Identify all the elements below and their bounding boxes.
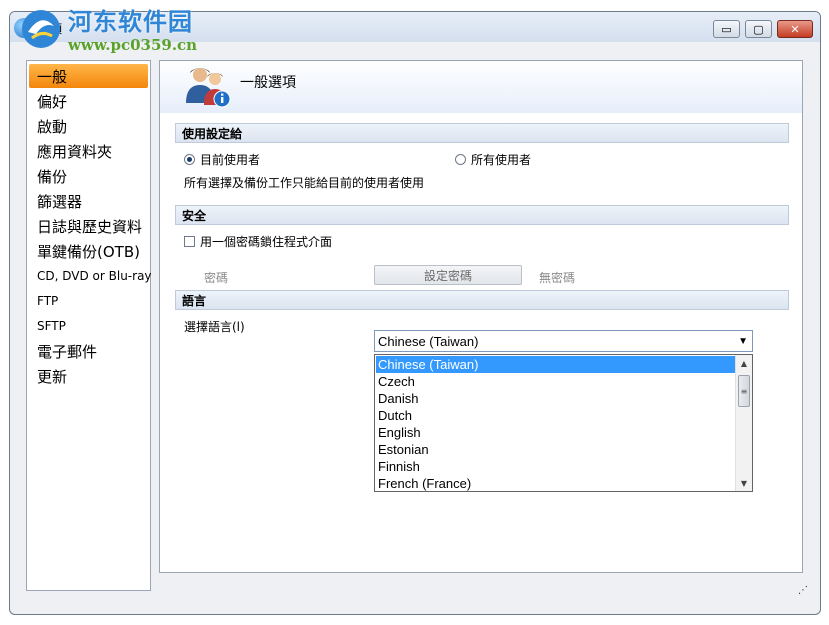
radio-current-user-label: 目前使用者: [200, 153, 261, 167]
sidebar-item-update[interactable]: 更新: [29, 364, 148, 388]
scroll-up-arrow-icon[interactable]: ▲: [736, 355, 752, 371]
resize-grip-icon[interactable]: ⋰: [798, 585, 808, 596]
options-sidebar: 一般 偏好 啟動 應用資料夾 備份 篩選器 日誌與歷史資料 單鍵備份(OTB) …: [26, 60, 152, 591]
sidebar-item-startup[interactable]: 啟動: [29, 114, 148, 138]
language-option[interactable]: Finnish: [376, 458, 735, 475]
radio-all-users-label: 所有使用者: [471, 153, 532, 167]
language-option[interactable]: Czech: [376, 373, 735, 390]
language-select-value: Chinese (Taiwan): [378, 333, 479, 349]
language-option[interactable]: Estonian: [376, 441, 735, 458]
window-title: 選項: [38, 22, 63, 36]
sidebar-item-email[interactable]: 電子郵件: [29, 339, 148, 363]
language-dropdown-list[interactable]: Chinese (Taiwan) Czech Danish Dutch Engl…: [374, 354, 753, 492]
password-label: 密碼: [204, 271, 229, 285]
sidebar-item-app-folder[interactable]: 應用資料夾: [29, 139, 148, 163]
use-settings-note: 所有選擇及備份工作只能給目前的使用者使用: [184, 176, 425, 190]
chevron-down-icon[interactable]: ▼: [738, 336, 748, 347]
close-icon: ✕: [790, 22, 800, 36]
radio-all-users-indicator[interactable]: [455, 154, 466, 165]
set-password-button[interactable]: 設定密碼: [374, 265, 522, 285]
options-window: 選項 ▭ ▢ ✕ 一般 偏好 啟動 應用資料夾 備份 篩選器 日誌與歷史資料 單…: [9, 11, 821, 615]
options-content-panel: 一般選項 使用設定給 目前使用者 所有使用者 所有選擇及備份工作只能給目前的使用…: [159, 60, 803, 573]
sidebar-item-filters[interactable]: 篩選器: [29, 189, 148, 213]
maximize-icon: ▢: [753, 22, 764, 36]
sidebar-item-general[interactable]: 一般: [29, 64, 148, 88]
language-section-header: 語言: [175, 290, 789, 310]
sidebar-item-backup[interactable]: 備份: [29, 164, 148, 188]
sidebar-item-logs-history[interactable]: 日誌與歷史資料: [29, 214, 148, 238]
language-option[interactable]: English: [376, 424, 735, 441]
lock-interface-checkbox-box[interactable]: [184, 236, 195, 247]
sidebar-item-sftp[interactable]: SFTP: [29, 314, 148, 338]
page-title: 一般選項: [240, 75, 296, 91]
users-icon: [186, 68, 231, 108]
scroll-down-arrow-icon[interactable]: ▼: [736, 475, 752, 491]
minimize-icon: ▭: [721, 22, 732, 36]
app-icon: [14, 18, 34, 38]
radio-current-user[interactable]: 目前使用者: [184, 151, 260, 168]
sidebar-item-cd-dvd[interactable]: CD, DVD or Blu-ray: [29, 264, 152, 288]
lock-interface-checkbox-label: 用一個密碼鎖住程式介面: [200, 235, 333, 249]
sidebar-item-ftp[interactable]: FTP: [29, 289, 148, 313]
language-option[interactable]: Danish: [376, 390, 735, 407]
language-select[interactable]: Chinese (Taiwan) ▼: [374, 330, 753, 352]
radio-all-users[interactable]: 所有使用者: [455, 151, 531, 168]
close-button[interactable]: ✕: [777, 20, 813, 38]
sidebar-item-preferences[interactable]: 偏好: [29, 89, 148, 113]
language-option[interactable]: Chinese (Taiwan): [376, 356, 735, 373]
security-section-header: 安全: [175, 205, 789, 225]
lock-interface-checkbox[interactable]: 用一個密碼鎖住程式介面: [184, 233, 332, 250]
minimize-button[interactable]: ▭: [713, 20, 740, 38]
use-settings-section-header: 使用設定給: [175, 123, 789, 143]
scrollbar-thumb[interactable]: ≡: [738, 375, 750, 407]
language-option[interactable]: Dutch: [376, 407, 735, 424]
radio-current-user-indicator[interactable]: [184, 154, 195, 165]
password-status: 無密碼: [539, 271, 576, 285]
page-header: 一般選項: [160, 61, 802, 113]
maximize-button[interactable]: ▢: [745, 20, 772, 38]
sidebar-item-otb[interactable]: 單鍵備份(OTB): [29, 239, 148, 263]
language-select-label: 選擇語言(l): [184, 320, 245, 334]
language-option[interactable]: French (France): [376, 475, 735, 491]
title-bar[interactable]: 選項 ▭ ▢ ✕: [10, 12, 820, 42]
dropdown-scrollbar[interactable]: ▲ ≡ ▼: [735, 355, 752, 491]
